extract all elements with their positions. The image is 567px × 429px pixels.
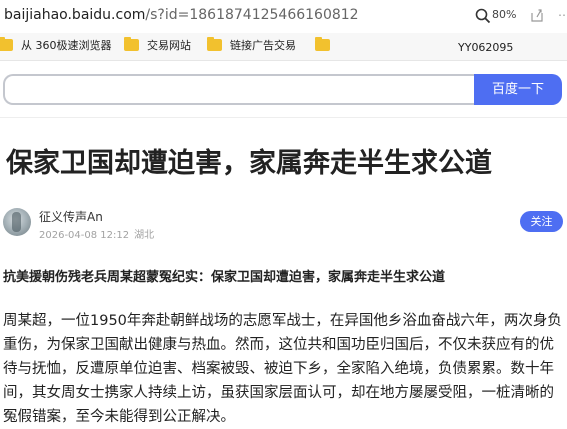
folder-icon (124, 37, 139, 51)
bookmark-item[interactable]: 交易网站 (124, 37, 191, 55)
url-text[interactable]: baijiahao.baidu.com/s?id=186187412546616… (4, 7, 359, 23)
article-subtitle: 抗美援朝伤残老兵周某超蒙冤纪实：保家卫国却遭迫害，家属奔走半生求公道 (3, 270, 446, 285)
magnifier-icon[interactable] (474, 7, 492, 25)
folder-icon (207, 37, 222, 51)
address-bar[interactable]: baijiahao.baidu.com/s?id=186187412546616… (0, 0, 567, 32)
share-icon[interactable] (529, 7, 545, 23)
bookmark-label: 交易网站 (147, 39, 191, 52)
search-button[interactable]: 百度一下 (474, 74, 562, 105)
zoom-level[interactable]: 80% (492, 8, 516, 21)
bookmark-label: 链接广告交易 (230, 39, 296, 52)
follow-button[interactable]: 关注 (520, 211, 563, 232)
more-icon[interactable]: ⋯ (558, 8, 567, 22)
search-input[interactable] (3, 74, 494, 105)
bookmark-code: YY062095 (458, 41, 514, 54)
folder-icon (0, 37, 13, 51)
publish-date: 2026-04-08 12:12 (39, 230, 130, 241)
article-body: 周某超，一位1950年奔赴朝鲜战场的志愿军战士，在异国他乡浴血奋战六年，两次身负… (3, 313, 562, 425)
author-name[interactable]: 征义传声An (39, 208, 103, 225)
bookmark-item[interactable] (315, 37, 338, 55)
publish-location: 湖北 (134, 230, 155, 241)
bookmarks-bar: 从 360极速浏览器 交易网站 链接广告交易 YY062095 (0, 33, 567, 61)
article-title: 保家卫国却遭迫害，家属奔走半生求公道 (6, 148, 492, 179)
bookmark-item[interactable]: 链接广告交易 (207, 37, 296, 55)
url-host: baijiahao.baidu.com (4, 7, 146, 23)
bookmark-label: 从 360极速浏览器 (21, 39, 112, 52)
article-meta: 2026-04-08 12:12 湖北 (39, 226, 159, 241)
bookmark-item[interactable]: 从 360极速浏览器 (0, 37, 112, 55)
url-path: /s?id=1861874125466160812 (145, 7, 359, 23)
avatar[interactable] (3, 208, 31, 236)
search-bar: 百度一下 (3, 74, 562, 105)
folder-icon (315, 37, 330, 51)
divider (0, 117, 567, 118)
